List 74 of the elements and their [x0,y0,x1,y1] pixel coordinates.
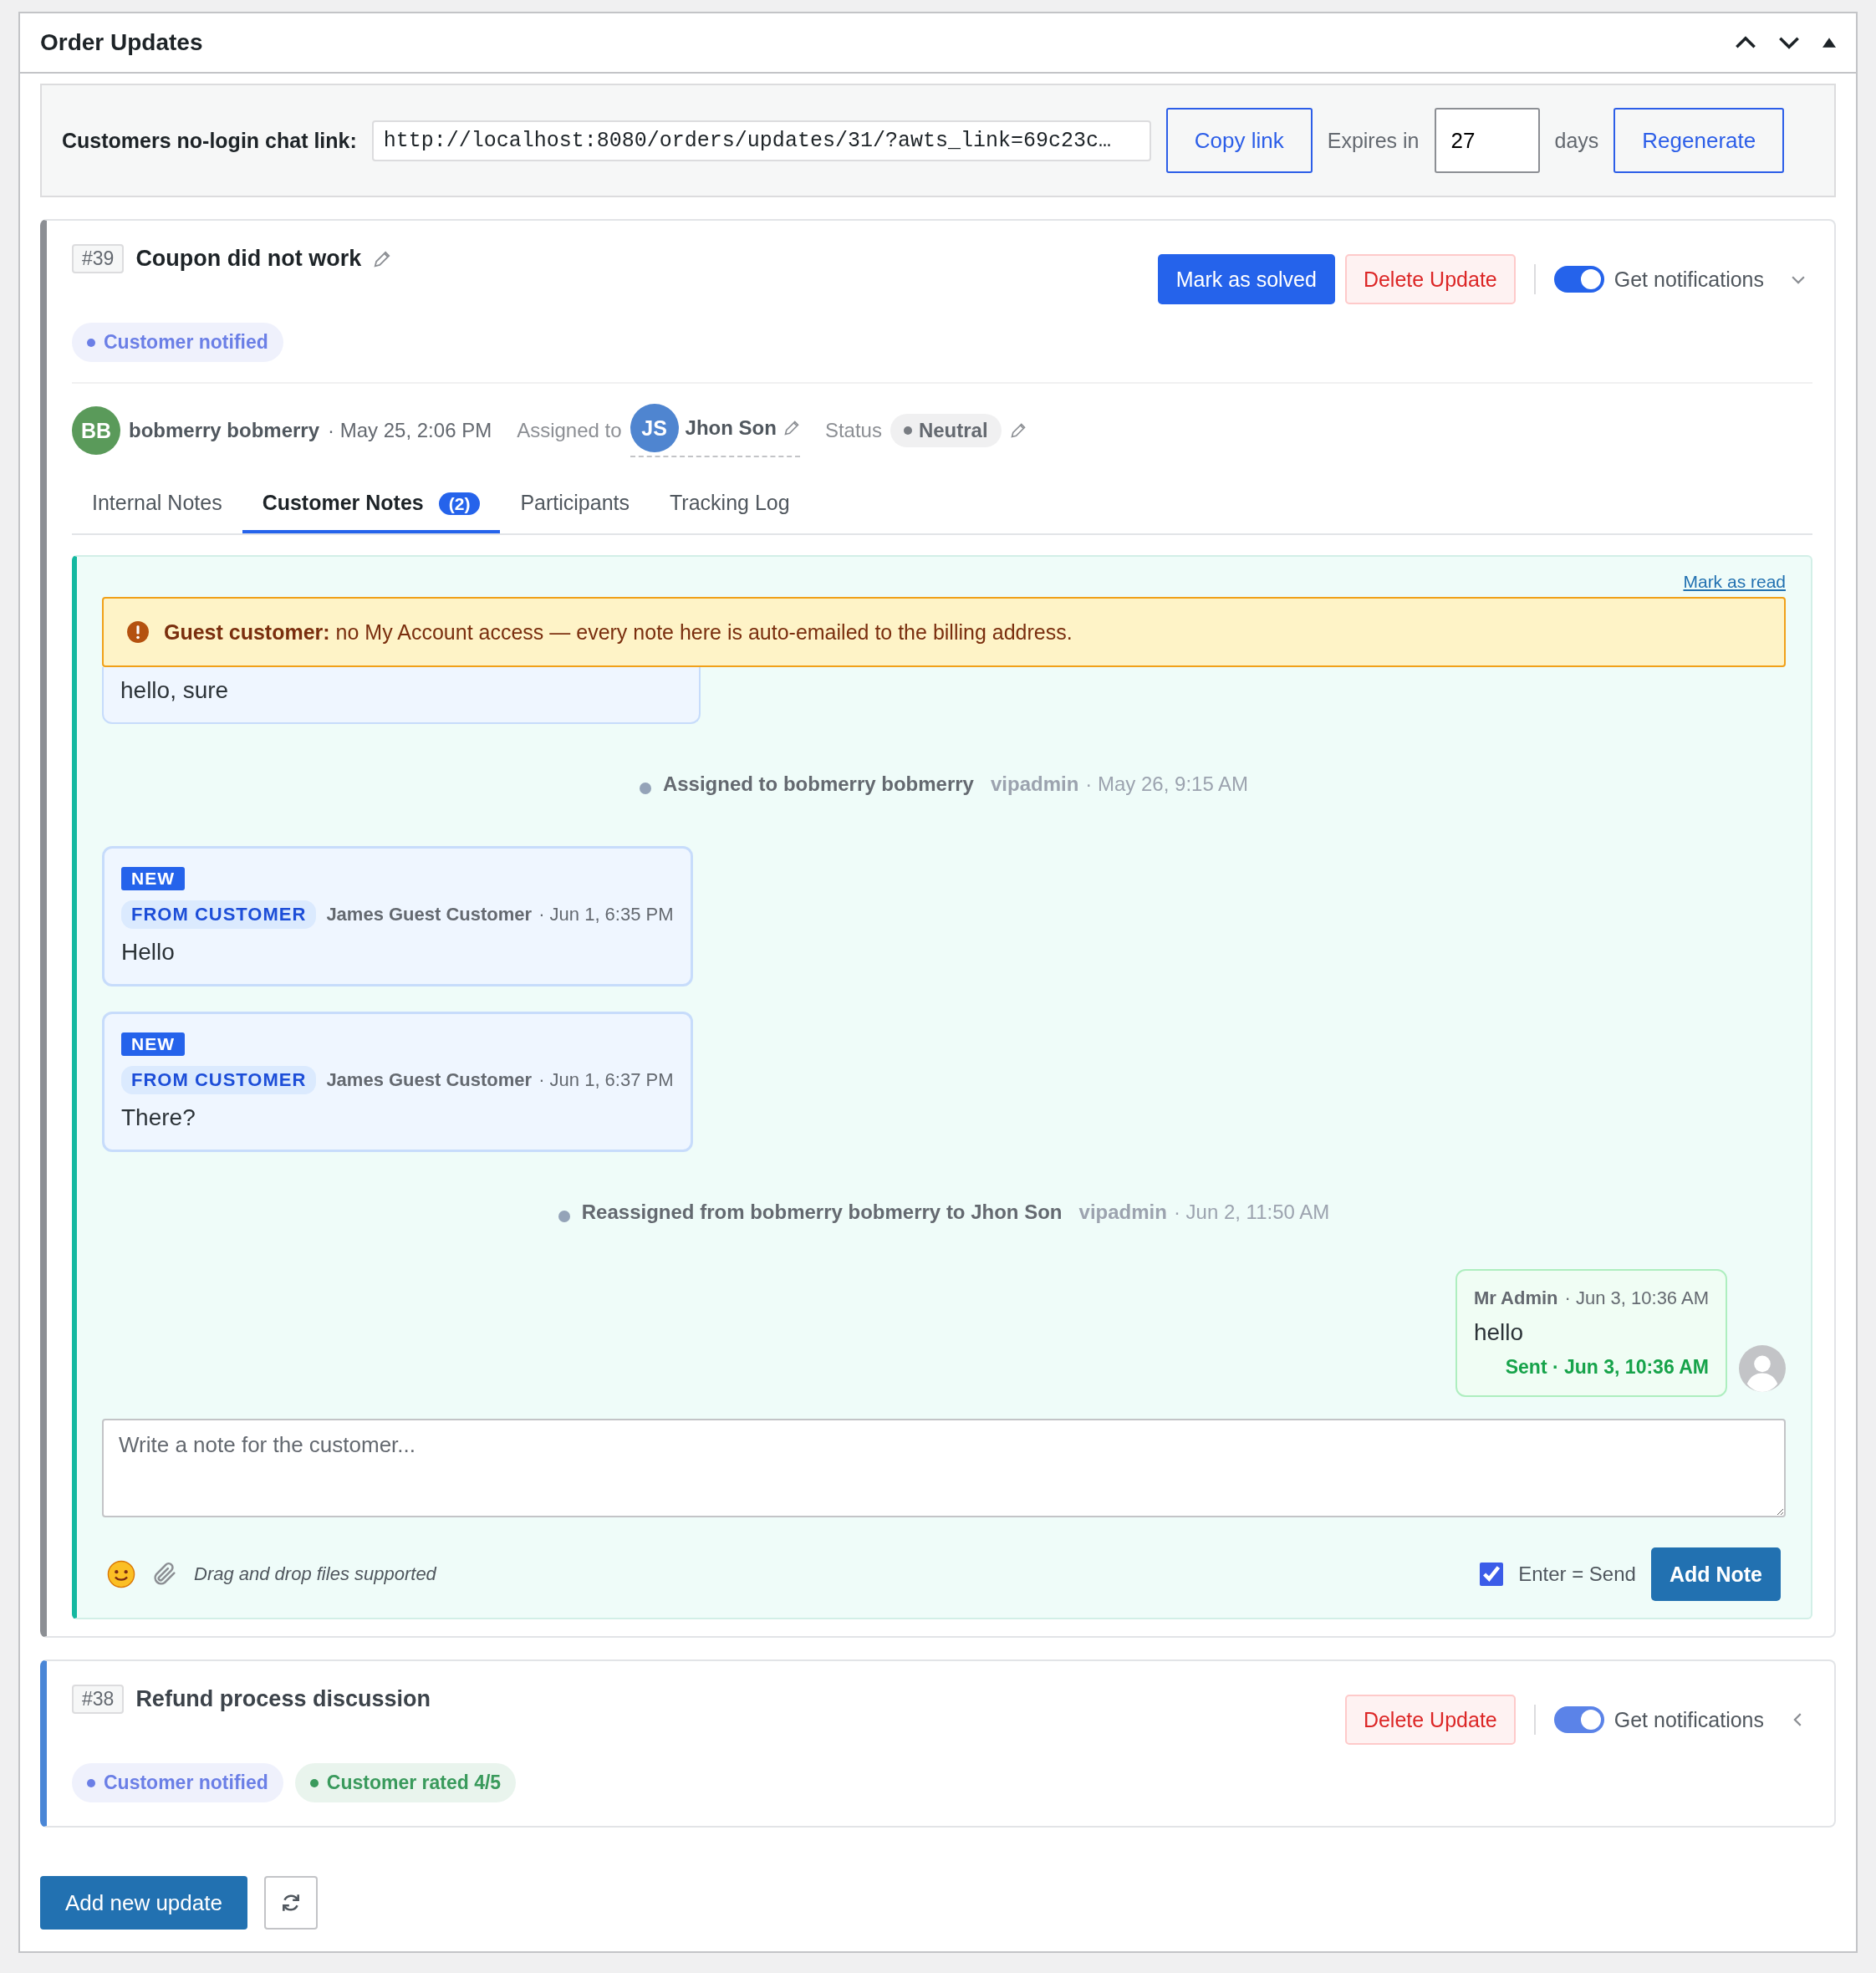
event-text: Assigned to bobmerry bobmerry [662,772,974,796]
action-button[interactable]: Mark as solved [1157,254,1335,304]
tab[interactable]: Customer Notes (2) [242,476,501,533]
assigned-label: Assigned to [517,419,622,442]
add-new-update-button[interactable]: Add new update [40,1876,247,1930]
status-tag: Customer rated 4/5 [294,1763,517,1802]
enter-send-label: Enter = Send [1518,1563,1636,1586]
panel-title: Order Updates [40,29,204,56]
pencil-icon[interactable] [1009,422,1027,439]
triangle-up-icon[interactable] [1822,38,1836,48]
expires-label: Expires in [1327,128,1420,153]
notifications-toggle[interactable] [1553,1706,1604,1733]
message-text: There? [121,1104,196,1131]
assignee-name: Jhon Son [685,416,777,440]
update-number: #39 [72,244,125,273]
url-field[interactable]: http://localhost:8080/orders/updates/31/?awts_link=69c23c… [371,120,1151,161]
notifications-toggle[interactable] [1553,266,1604,293]
link-label: Customers no-login chat link: [62,128,357,153]
status-tag: Customer notified [72,1763,283,1802]
event-time: · May 26, 9:15 AM [1085,772,1249,796]
notifications-label: Get notifications [1613,267,1764,292]
tab[interactable]: Internal Notes [72,476,242,533]
message-time: · Jun 1, 6:37 PM [538,1069,674,1091]
source-tag: FROM CUSTOMER [121,900,317,929]
status-pill: Neutral [890,414,1002,447]
new-badge: NEW [121,867,185,890]
author-avatar: BB [72,406,120,455]
pencil-icon[interactable] [783,420,800,436]
message-time: · Jun 3, 10:36 AM [1564,1287,1709,1309]
source-tag: FROM CUSTOMER [121,1066,317,1094]
regenerate-button[interactable]: Regenerate [1613,108,1785,173]
refresh-button[interactable] [263,1876,318,1930]
tab[interactable]: Tracking Log [650,476,810,533]
event-actor: vipadmin [1078,1201,1167,1224]
event-time: · Jun 2, 11:50 AM [1173,1201,1330,1224]
created-date: · May 25, 2:06 PM [328,419,492,442]
enter-send-checkbox[interactable] [1480,1563,1504,1586]
update-number: #38 [72,1685,125,1714]
drag-drop-hint: Drag and drop files supported [194,1563,436,1585]
warning-text: Guest customer: no My Account access — every note here is auto-emailed to the billing address. [164,619,1073,645]
note-input-field[interactable]: Write a note for the customer... [102,1419,1786,1517]
author-name: bobmerry bobmerry [129,419,320,442]
status-label: Status [824,419,882,442]
message-author: James Guest Customer [326,1069,533,1091]
add-note-button[interactable]: Add Note [1650,1547,1781,1601]
message-author: James Guest Customer [326,904,533,925]
event-dot [639,783,651,794]
tab[interactable]: Participants [500,476,650,533]
mark-as-read-link[interactable]: Mark as read [1683,572,1786,592]
pencil-icon[interactable] [373,249,392,268]
event-text: Reassigned from bobmerry bobmerry to Jhon Son [581,1201,1063,1224]
smiley-icon[interactable] [107,1560,135,1588]
message-author: Mr Admin [1473,1287,1558,1309]
new-badge: NEW [121,1032,185,1056]
message-text: hello [1473,1319,1525,1346]
update-title: Coupon did not work [135,246,362,272]
message-text: hello, sure [120,677,229,704]
days-label: days [1554,128,1599,153]
notifications-label: Get notifications [1613,1707,1764,1732]
delivery-status: Sent · Jun 3, 10:36 AM [1505,1356,1709,1379]
copy-link-button[interactable]: Copy link [1165,108,1313,173]
days-field[interactable]: 27 [1434,108,1540,173]
assignee-avatar: JS [630,404,679,452]
update-title: Refund process discussion [135,1686,431,1712]
message-time: · Jun 1, 6:35 PM [538,904,674,925]
action-button[interactable]: Delete Update [1344,1695,1516,1745]
user-avatar-icon [1739,1345,1786,1392]
warning-icon [127,621,149,643]
assignee-picker[interactable]: JS Jhon Son [630,404,800,457]
action-button[interactable]: Delete Update [1344,254,1516,304]
event-dot [558,1211,570,1222]
message-text: Hello [121,939,175,966]
status-tag: Customer notified [72,323,283,362]
event-actor: vipadmin [990,772,1079,796]
